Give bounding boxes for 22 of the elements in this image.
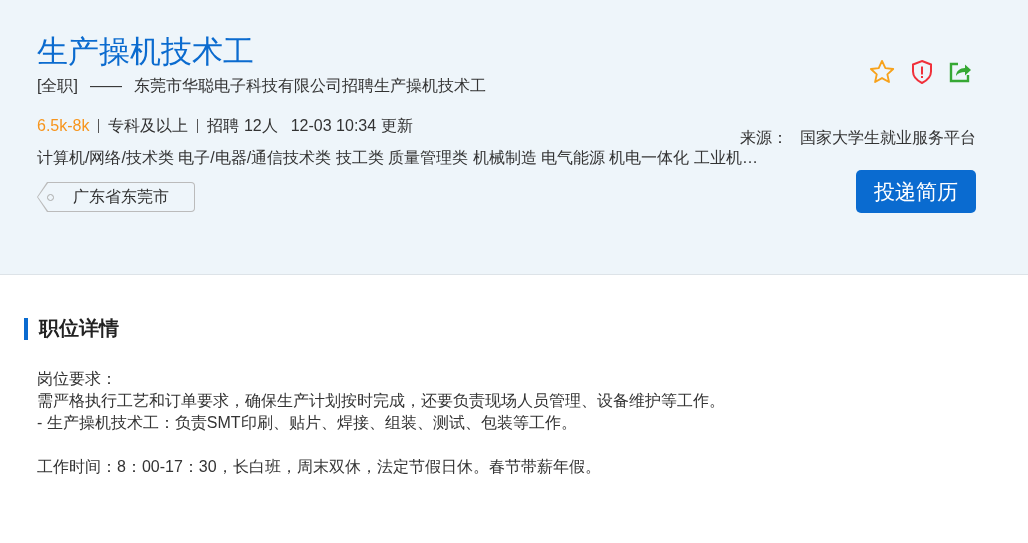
shield-alert-icon[interactable] xyxy=(910,59,934,85)
job-requirement: 专科及以上 xyxy=(108,116,189,136)
description-line: 工作时间：8：00-17：30，长白班，周末双休，法定节假日休。春节带薪年假。 xyxy=(37,457,602,477)
separator-dash: —— xyxy=(89,76,122,96)
description-line: 岗位要求： xyxy=(37,369,118,389)
share-icon[interactable] xyxy=(948,60,972,84)
company-line: 东莞市华聪电子科技有限公司招聘生产操机技术工 xyxy=(133,76,486,96)
job-categories: 计算机/网络/技术类 电子/电器/通信技术类 技工类 质量管理类 机械制造 电气能源 机电一体化 工业机… xyxy=(37,148,759,168)
description-line: 需严格执行工艺和订单要求，确保生产计划按时完成，还要负责现场人员管理、设备维护等工作。 xyxy=(37,391,726,411)
apply-button[interactable]: 投递简历 xyxy=(856,170,976,213)
update-time: 12-03 10:34 更新 xyxy=(290,116,413,136)
location-tag[interactable]: 广东省东莞市 xyxy=(37,182,195,212)
salary: 6.5k-8k xyxy=(37,116,90,136)
employment-type: [全职] xyxy=(37,76,78,96)
job-requirement: 招聘 12人 xyxy=(207,116,278,136)
star-icon[interactable] xyxy=(868,58,896,86)
section-heading: 职位详情 xyxy=(39,316,119,341)
source-label: 来源： xyxy=(740,129,788,146)
heading-accent xyxy=(24,317,28,340)
job-title: 生产操机技术工 xyxy=(37,33,254,71)
source-name: 国家大学生就业服务平台 xyxy=(800,129,976,146)
description-line: - 生产操机技术工：负责SMT印刷、贴片、焊接、组装、测试、包装等工作。 xyxy=(37,413,578,433)
